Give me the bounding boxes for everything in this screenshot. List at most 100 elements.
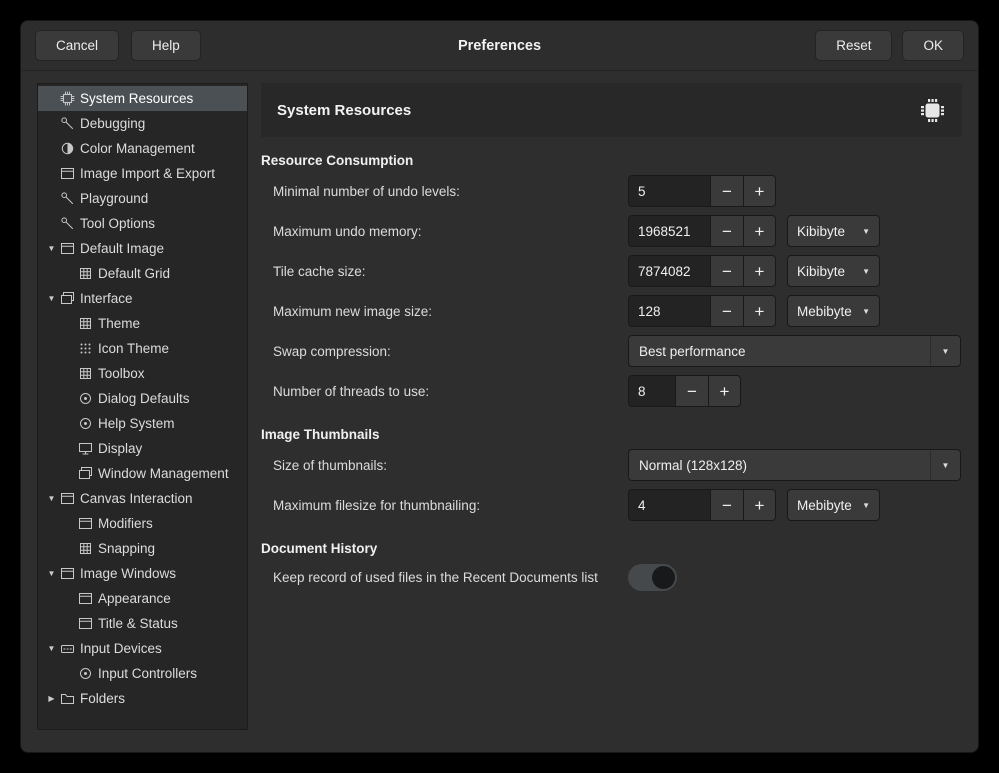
preferences-tree: System ResourcesDebuggingColor Managemen… bbox=[37, 83, 248, 730]
minimal-number-of-undo-levels-decrement-button[interactable]: − bbox=[710, 175, 743, 207]
maximum-filesize-for-thumbnailing-decrement-button[interactable]: − bbox=[710, 489, 743, 521]
tile-cache-size-entry[interactable] bbox=[628, 255, 710, 287]
sidebar-item-icon-theme[interactable]: Icon Theme bbox=[38, 336, 247, 361]
sidebar-item-snapping[interactable]: Snapping bbox=[38, 536, 247, 561]
expander-expanded-icon[interactable]: ▼ bbox=[44, 294, 59, 303]
circle-icon bbox=[77, 391, 94, 406]
dots-icon bbox=[77, 341, 94, 356]
chevron-down-icon: ▼ bbox=[930, 336, 960, 366]
maximum-new-image-size-entry[interactable] bbox=[628, 295, 710, 327]
number-of-threads-to-use-increment-button[interactable]: + bbox=[708, 375, 741, 407]
expander-expanded-icon[interactable]: ▼ bbox=[44, 244, 59, 253]
sidebar-item-title-status[interactable]: Title & Status bbox=[38, 611, 247, 636]
window-icon bbox=[59, 166, 76, 181]
headerbar-left: Cancel Help bbox=[35, 30, 201, 61]
sidebar-item-interface[interactable]: ▼ Interface bbox=[38, 286, 247, 311]
sidebar-item-label: Input Controllers bbox=[98, 666, 197, 681]
cpu-icon bbox=[919, 97, 946, 124]
sidebar-item-label: Default Image bbox=[80, 241, 164, 256]
sidebar-item-image-import-export[interactable]: Image Import & Export bbox=[38, 161, 247, 186]
sidebar-item-window-management[interactable]: Window Management bbox=[38, 461, 247, 486]
expander-expanded-icon[interactable]: ▼ bbox=[44, 569, 59, 578]
size-of-thumbnails-control: Normal (128x128)▼ bbox=[628, 449, 962, 481]
circle-icon bbox=[77, 416, 94, 431]
swap-compression-control: Best performance▼ bbox=[628, 335, 962, 367]
keep-record-of-used-files-in-the-recent-documents-list-toggle[interactable] bbox=[628, 564, 677, 591]
maximum-filesize-for-thumbnailing-increment-button[interactable]: + bbox=[743, 489, 776, 521]
cancel-button[interactable]: Cancel bbox=[35, 30, 119, 61]
sidebar-item-folders[interactable]: ▶Folders bbox=[38, 686, 247, 711]
sidebar-item-appearance[interactable]: Appearance bbox=[38, 586, 247, 611]
maximum-new-image-size-increment-button[interactable]: + bbox=[743, 295, 776, 327]
expander-expanded-icon[interactable]: ▼ bbox=[44, 644, 59, 653]
ok-button[interactable]: OK bbox=[902, 30, 964, 61]
help-button[interactable]: Help bbox=[131, 30, 201, 61]
sidebar-item-label: Help System bbox=[98, 416, 175, 431]
chevron-down-icon: ▼ bbox=[862, 227, 870, 236]
sidebar-item-default-grid[interactable]: Default Grid bbox=[38, 261, 247, 286]
section-heading: Document History bbox=[261, 537, 962, 559]
sidebar-item-dialog-defaults[interactable]: Dialog Defaults bbox=[38, 386, 247, 411]
sidebar-item-image-windows[interactable]: ▼Image Windows bbox=[38, 561, 247, 586]
maximum-filesize-for-thumbnailing-entry[interactable] bbox=[628, 489, 710, 521]
sidebar-item-modifiers[interactable]: Modifiers bbox=[38, 511, 247, 536]
minimal-number-of-undo-levels-entry[interactable] bbox=[628, 175, 710, 207]
page-title: System Resources bbox=[277, 102, 411, 119]
sidebar-item-input-controllers[interactable]: Input Controllers bbox=[38, 661, 247, 686]
sidebar-item-debugging[interactable]: Debugging bbox=[38, 111, 247, 136]
sidebar-item-label: Input Devices bbox=[80, 641, 162, 656]
swap-compression-select[interactable]: Best performance▼ bbox=[628, 335, 961, 367]
unit-select-label: Mebibyte bbox=[797, 498, 852, 513]
section-resource-consumption: Resource ConsumptionMinimal number of un… bbox=[261, 149, 962, 411]
chevron-down-icon: ▼ bbox=[862, 307, 870, 316]
sidebar-item-label: Theme bbox=[98, 316, 140, 331]
dialog-title: Preferences bbox=[458, 38, 541, 54]
grid-icon bbox=[77, 366, 94, 381]
sidebar-item-input-devices[interactable]: ▼ Input Devices bbox=[38, 636, 247, 661]
sidebar-item-help-system[interactable]: Help System bbox=[38, 411, 247, 436]
sidebar-item-tool-options[interactable]: Tool Options bbox=[38, 211, 247, 236]
maximum-filesize-for-thumbnailing-unit-select[interactable]: Mebibyte▼ bbox=[787, 489, 880, 521]
sidebar-item-toolbox[interactable]: Toolbox bbox=[38, 361, 247, 386]
sidebar-item-label: Interface bbox=[80, 291, 133, 306]
sidebar-item-display[interactable]: Display bbox=[38, 436, 247, 461]
dialog-body: System ResourcesDebuggingColor Managemen… bbox=[21, 71, 978, 752]
sidebar-item-canvas-interaction[interactable]: ▼Canvas Interaction bbox=[38, 486, 247, 511]
tile-cache-size-increment-button[interactable]: + bbox=[743, 255, 776, 287]
maximum-new-image-size-unit-select[interactable]: Mebibyte▼ bbox=[787, 295, 880, 327]
maximum-undo-memory-unit-select[interactable]: Kibibyte▼ bbox=[787, 215, 880, 247]
monitor-icon bbox=[77, 441, 94, 456]
row-label: Number of threads to use: bbox=[261, 384, 628, 399]
sidebar-item-label: Icon Theme bbox=[98, 341, 169, 356]
chip-icon bbox=[59, 91, 76, 106]
number-of-threads-to-use-entry[interactable] bbox=[628, 375, 675, 407]
sidebar-item-color-management[interactable]: Color Management bbox=[38, 136, 247, 161]
row-label: Tile cache size: bbox=[261, 264, 628, 279]
reset-button[interactable]: Reset bbox=[815, 30, 892, 61]
sidebar-item-default-image[interactable]: ▼ Default Image bbox=[38, 236, 247, 261]
sidebar-item-playground[interactable]: Playground bbox=[38, 186, 247, 211]
sidebar-item-label: Toolbox bbox=[98, 366, 145, 381]
minimal-number-of-undo-levels-increment-button[interactable]: + bbox=[743, 175, 776, 207]
sidebar-item-system-resources[interactable]: System Resources bbox=[38, 86, 247, 111]
maximum-undo-memory-decrement-button[interactable]: − bbox=[710, 215, 743, 247]
size-of-thumbnails-select[interactable]: Normal (128x128)▼ bbox=[628, 449, 961, 481]
windows-icon bbox=[77, 466, 94, 481]
settings-row-tile-cache-size: Tile cache size: −+ Kibibyte▼ bbox=[261, 251, 962, 291]
number-of-threads-to-use-decrement-button[interactable]: − bbox=[675, 375, 708, 407]
maximum-undo-memory-entry[interactable] bbox=[628, 215, 710, 247]
sidebar-item-theme[interactable]: Theme bbox=[38, 311, 247, 336]
settings-row-size-of-thumbnails: Size of thumbnails:Normal (128x128)▼ bbox=[261, 445, 962, 485]
window-icon bbox=[77, 591, 94, 606]
expander-collapsed-icon[interactable]: ▶ bbox=[44, 694, 59, 703]
tile-cache-size-unit-select[interactable]: Kibibyte▼ bbox=[787, 255, 880, 287]
window-icon bbox=[59, 241, 76, 256]
content-pane: System Resources Resource ConsumptionMin… bbox=[261, 83, 962, 730]
expander-expanded-icon[interactable]: ▼ bbox=[44, 494, 59, 503]
row-label: Maximum new image size: bbox=[261, 304, 628, 319]
tile-cache-size-decrement-button[interactable]: − bbox=[710, 255, 743, 287]
sidebar-item-label: Appearance bbox=[98, 591, 171, 606]
maximum-undo-memory-increment-button[interactable]: + bbox=[743, 215, 776, 247]
row-label: Swap compression: bbox=[261, 344, 628, 359]
maximum-new-image-size-decrement-button[interactable]: − bbox=[710, 295, 743, 327]
